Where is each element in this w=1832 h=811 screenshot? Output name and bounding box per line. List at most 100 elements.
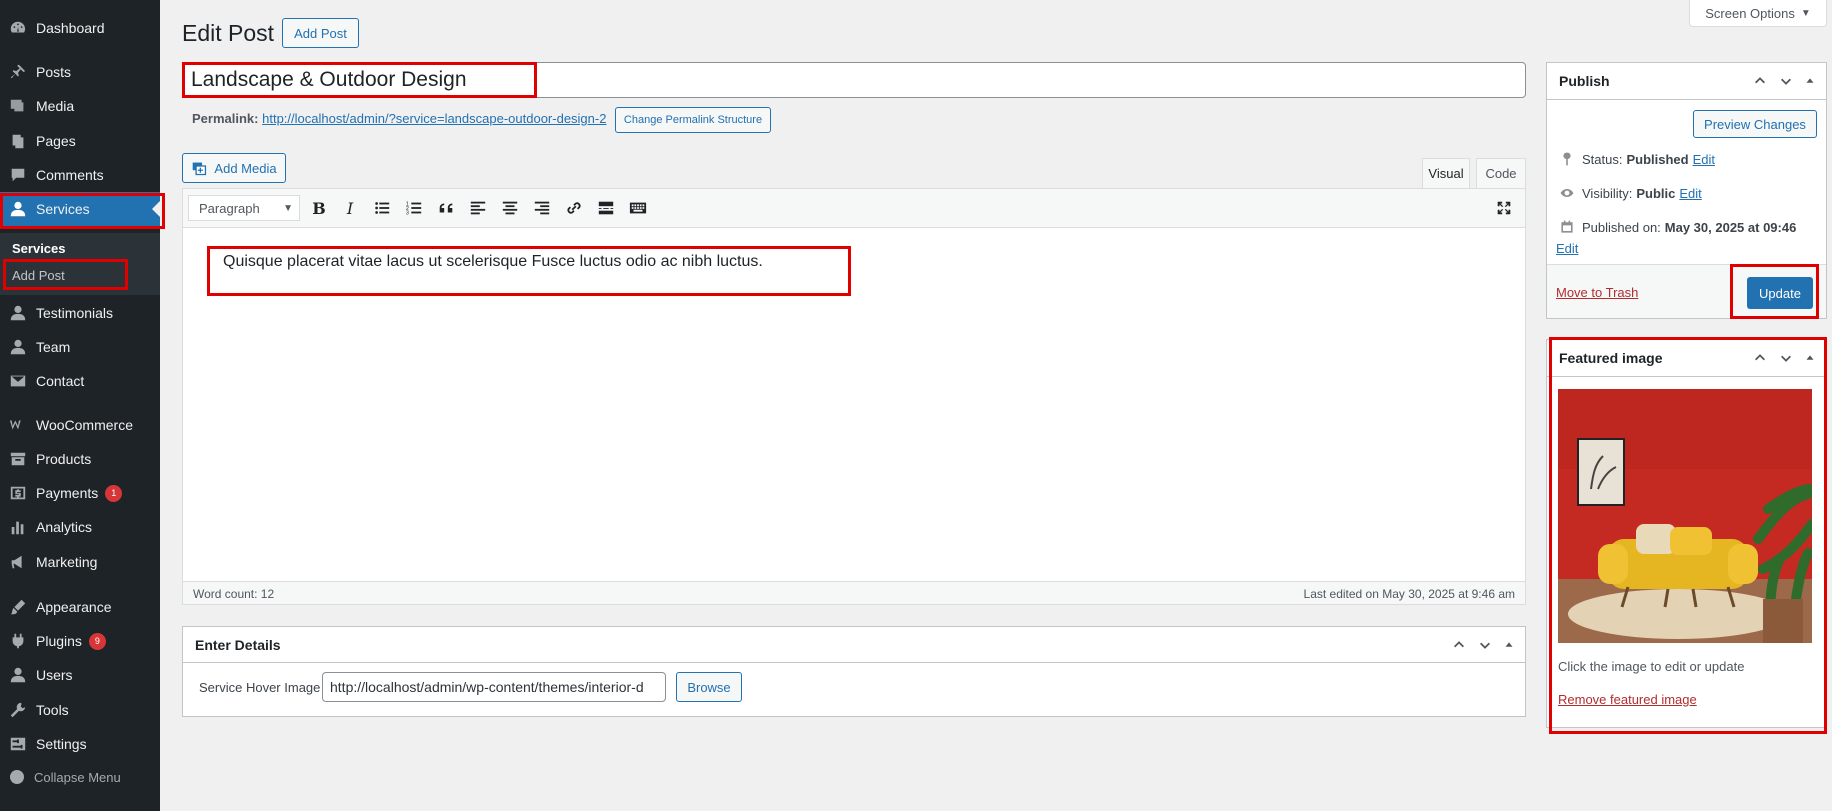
sidebar-item-woocommerce[interactable]: WooCommerce [0,408,160,442]
media-icon [8,96,28,116]
move-to-trash-link[interactable]: Move to Trash [1556,285,1638,300]
screen-options-button[interactable]: Screen Options ▼ [1689,0,1827,27]
sidebar-item-plugins[interactable]: Plugins 9 [0,624,160,658]
archive-icon [8,449,28,469]
submenu-item-add-post[interactable]: Add Post [12,268,65,283]
bullet-list-icon[interactable] [372,198,392,218]
enter-details-header: Enter Details [183,627,1525,663]
chevron-up-icon[interactable] [1451,637,1467,653]
edit-status-link[interactable]: Edit [1693,152,1715,167]
sidebar-item-label: Services [36,201,90,217]
collapse-menu-button[interactable]: Collapse Menu [0,765,160,789]
bold-icon[interactable]: B [309,198,329,218]
sidebar-item-appearance[interactable]: Appearance [0,590,160,624]
user-icon [8,199,28,219]
collapse-arrow-icon[interactable] [1802,73,1818,89]
sidebar-item-dashboard[interactable]: Dashboard [0,11,160,45]
sidebar-item-pages[interactable]: Pages [0,124,160,158]
edit-date-link[interactable]: Edit [1556,241,1578,256]
permalink-link[interactable]: http://localhost/admin/?service=landscap… [262,111,606,126]
align-center-icon[interactable] [500,198,520,218]
featured-image-thumbnail[interactable] [1558,389,1812,643]
chevron-down-icon[interactable] [1778,350,1794,366]
status-row: Status: Published Edit [1559,151,1715,167]
plugins-badge: 9 [88,632,106,650]
chevron-up-icon[interactable] [1752,350,1768,366]
remove-featured-image-link[interactable]: Remove featured image [1558,692,1697,707]
sidebar-item-label: Plugins [36,633,82,649]
sidebar-item-services[interactable]: Services [0,192,160,226]
sidebar-item-label: Pages [36,133,76,149]
eye-icon [1560,189,1574,197]
sidebar-item-tools[interactable]: Tools [0,693,160,727]
mail-icon [8,371,28,391]
sidebar-item-payments[interactable]: Payments 1 [0,476,160,510]
align-left-icon[interactable] [468,198,488,218]
chevron-up-icon[interactable] [1752,73,1768,89]
add-media-button[interactable]: Add Media [182,153,286,183]
sidebar-item-media[interactable]: Media [0,89,160,123]
browse-button[interactable]: Browse [676,672,742,702]
sidebar-item-settings[interactable]: Settings [0,727,160,761]
screen-options-label: Screen Options [1705,5,1795,21]
editor-content[interactable]: Quisque placerat vitae lacus ut sceleris… [223,253,763,271]
collapse-icon [10,770,24,784]
sidebar-item-label: Comments [36,167,104,183]
published-on-label: Published on: [1582,219,1661,235]
tab-visual[interactable]: Visual [1422,158,1470,188]
settings-icon [8,734,28,754]
italic-icon[interactable]: I [340,198,360,218]
svg-text:3: 3 [406,210,409,216]
visibility-row: Visibility: Public Edit [1559,185,1702,201]
link-icon[interactable] [564,198,584,218]
featured-image-hint: Click the image to edit or update [1558,659,1745,674]
toolbar-toggle-icon[interactable] [628,198,648,218]
collapse-arrow-icon[interactable] [1501,637,1517,653]
sidebar-item-comments[interactable]: Comments [0,158,160,192]
status-value: Published [1626,151,1689,167]
tab-code[interactable]: Code [1476,158,1526,188]
sidebar-item-label: Posts [36,64,72,80]
featured-image-title: Featured image [1559,350,1663,366]
wrench-icon [8,700,28,720]
read-more-icon[interactable] [596,198,616,218]
user-icon [8,665,28,685]
dashboard-icon [8,18,28,38]
edit-visibility-link[interactable]: Edit [1679,186,1701,201]
sidebar-item-label: Analytics [36,519,93,535]
collapse-arrow-icon[interactable] [1802,350,1818,366]
sidebar-item-posts[interactable]: Posts [0,55,160,89]
publish-title: Publish [1559,73,1610,89]
enter-details-box: Enter Details Service Hover Image http:/… [182,626,1526,717]
sidebar-item-label: Testimonials [36,305,114,321]
align-right-icon[interactable] [532,198,552,218]
fullscreen-icon[interactable] [1494,198,1514,218]
sidebar-item-users[interactable]: Users [0,658,160,692]
sidebar-item-label: Dashboard [36,20,105,36]
calendar-icon [1561,220,1573,233]
sidebar-item-analytics[interactable]: Analytics [0,510,160,544]
chevron-down-icon: ▼ [283,202,293,214]
editor-area[interactable] [182,188,1526,605]
sidebar-item-products[interactable]: Products [0,442,160,476]
format-select[interactable]: Paragraph ▼ [188,195,300,221]
service-hover-image-input[interactable]: http://localhost/admin/wp-content/themes… [322,672,666,702]
numbered-list-icon[interactable]: 123 [404,198,424,218]
sidebar-item-label: Payments [36,485,99,501]
blockquote-icon[interactable] [436,198,456,218]
permalink-label: Permalink: [192,111,259,126]
sidebar-item-label: Settings [36,736,87,752]
change-permalink-button[interactable]: Change Permalink Structure [615,107,771,133]
preview-changes-button[interactable]: Preview Changes [1693,110,1817,138]
update-button[interactable]: Update [1747,277,1813,309]
submenu-title[interactable]: Services [12,241,66,256]
add-post-button[interactable]: Add Post [282,18,359,48]
plug-icon [8,631,28,651]
sidebar-item-marketing[interactable]: Marketing [0,545,160,579]
sidebar-item-testimonials[interactable]: Testimonials [0,296,160,330]
post-title-input[interactable]: Landscape & Outdoor Design [182,62,1526,98]
chevron-down-icon[interactable] [1477,637,1493,653]
chevron-down-icon[interactable] [1778,73,1794,89]
sidebar-item-contact[interactable]: Contact [0,364,160,398]
sidebar-item-team[interactable]: Team [0,330,160,364]
